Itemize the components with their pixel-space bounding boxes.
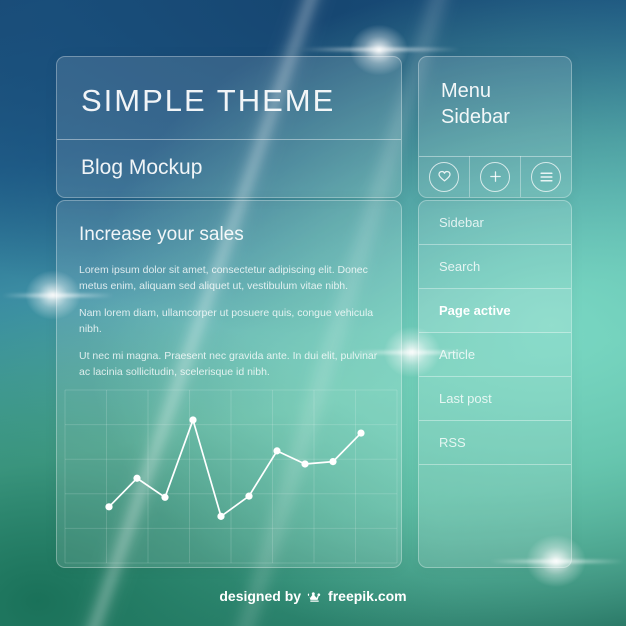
sidebar-item-sidebar[interactable]: Sidebar [419, 201, 571, 245]
chart-data-points [105, 416, 365, 520]
chart-data-point [357, 429, 365, 437]
chart-data-point [189, 416, 197, 424]
page-title: SIMPLE THEME [81, 83, 336, 118]
header-panel: SIMPLE THEME Blog Mockup [56, 56, 402, 198]
footer-brand: freepik.com [328, 588, 407, 604]
menu-panel: Menu Sidebar [418, 56, 572, 198]
sidebar-item-label: Article [439, 347, 476, 362]
sidebar-item-label: RSS [439, 435, 466, 450]
menu-icon-row [419, 156, 571, 197]
freepik-crown-icon [307, 592, 321, 602]
sidebar-item-article[interactable]: Article [419, 333, 571, 377]
chart-data-point [329, 458, 337, 466]
chart-data-point [133, 474, 141, 482]
mockup-background: SIMPLE THEME Blog Mockup Menu Sidebar In… [0, 0, 626, 626]
sidebar-item-label: Search [439, 259, 481, 274]
content-paragraph: Nam lorem diam, ullamcorper ut posuere q… [79, 306, 374, 335]
favorite-button[interactable] [419, 156, 470, 197]
footer-attribution: designed by freepik.com [0, 588, 626, 604]
chart-svg [64, 389, 398, 564]
content-heading: Increase your sales [79, 224, 244, 245]
sidebar-item-label: Sidebar [439, 215, 484, 230]
heart-icon [429, 161, 459, 192]
content-panel: Increase your sales Lorem ipsum dolor si… [56, 200, 402, 568]
sidebar-item-rss[interactable]: RSS [419, 421, 571, 465]
add-button[interactable] [470, 156, 521, 197]
chart-line-series [108, 419, 362, 518]
sales-line-chart [57, 386, 401, 567]
chart-data-point [105, 503, 113, 511]
chart-data-point [301, 460, 309, 468]
menu-title-line-2: Sidebar [441, 105, 510, 128]
chart-data-point [161, 493, 169, 501]
page-subtitle: Blog Mockup [81, 156, 203, 179]
chart-data-point [217, 512, 225, 520]
content-paragraph: Ut nec mi magna. Praesent nec gravida an… [79, 349, 378, 378]
header-divider [57, 139, 401, 140]
hamburger-menu-icon [531, 161, 561, 192]
sidebar-item-search[interactable]: Search [419, 245, 571, 289]
sidebar-item-last-post[interactable]: Last post [419, 377, 571, 421]
content-paragraph: Lorem ipsum dolor sit amet, consectetur … [79, 264, 368, 292]
sidebar-panel: Sidebar Search Page active Article Last … [418, 200, 572, 568]
chart-gridlines [64, 389, 398, 564]
hamburger-menu-button[interactable] [521, 156, 571, 197]
sidebar-item-page-active[interactable]: Page active [419, 289, 571, 333]
lens-flare-streak-top [300, 48, 460, 51]
menu-panel-title: Menu Sidebar [441, 79, 510, 130]
plus-icon [480, 161, 510, 192]
chart-data-point [273, 447, 281, 455]
menu-title-line-1: Menu [441, 80, 492, 102]
footer-prefix: designed by [219, 588, 302, 604]
content-body: Lorem ipsum dolor sit amet, consectetur … [79, 263, 381, 381]
sidebar-item-label: Page active [439, 303, 511, 318]
sidebar-item-label: Last post [439, 391, 492, 406]
chart-data-point [245, 492, 253, 500]
